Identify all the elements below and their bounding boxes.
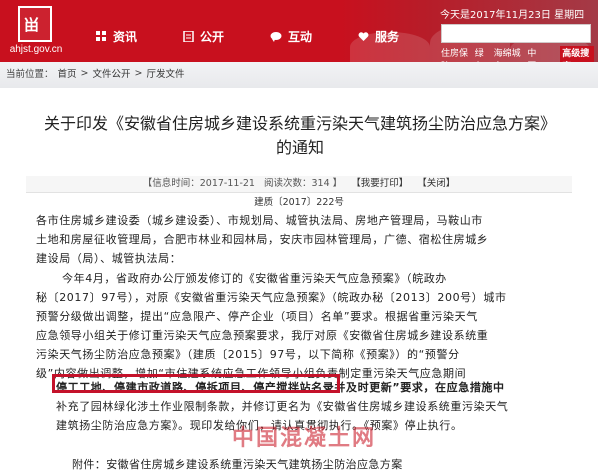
highlight-box bbox=[52, 374, 340, 393]
site-header: 畄 ahjst.gov.cn 资讯 公开 互动 服务 特色 今天是2017年11… bbox=[0, 0, 598, 72]
close-link[interactable]: 【关闭】 bbox=[417, 178, 455, 189]
document-icon bbox=[183, 30, 194, 42]
paragraph-line: 土地和房屋征收管理局，合肥市林业和园林局，安庆市园林管理局，广德、宿松住房城乡 bbox=[36, 233, 489, 246]
paragraph-line: 污染天气扬尘防治应急预案》（建质〔2015〕97号，以下简称《预案》）的“预警分 bbox=[36, 348, 460, 361]
current-date: 今天是2017年11月23日 星期四 bbox=[440, 10, 585, 21]
paragraph-line: 建设局（局）、城管执法局： bbox=[36, 252, 182, 265]
paragraph-line: 预警分级做出调整，提出“应急限产、停产企业（项目）名单”要求。根据省重污染天气 bbox=[36, 310, 478, 323]
search-input[interactable] bbox=[441, 24, 591, 43]
print-link[interactable]: 【我要打印】 bbox=[351, 178, 408, 189]
breadcrumb-home[interactable]: 首页 bbox=[58, 66, 77, 80]
news-grid-icon bbox=[96, 30, 106, 41]
nav-label: 资讯 bbox=[113, 29, 138, 44]
paragraph-line: 应急领导小组关于修订重污染天气应急预案要求，我厅对原《安徽省住房城乡建设系统重 bbox=[36, 329, 489, 342]
nav-item-service[interactable]: 服务 bbox=[358, 26, 399, 46]
site-watermark: 中国混凝土网 bbox=[232, 426, 377, 451]
paragraph-line: 今年4月，省政府办公厅颁发修订的《安徽省重污染天气应急预案》（皖政办 bbox=[62, 272, 447, 285]
paragraph-line: 各市住房城乡建设委（城乡建设委）、市规划局、城管执法局、房地产管理局，马鞍山市 bbox=[36, 214, 483, 227]
breadcrumb-separator: > bbox=[80, 67, 89, 79]
title-line-1: 关于印发《安徽省住房城乡建设系统重污染天气建筑扬尘防治应急方案》 bbox=[43, 114, 556, 133]
document-number: 建质〔2017〕222号 bbox=[254, 197, 344, 208]
info-time: 【信息时间：2017-11-21 bbox=[142, 178, 255, 189]
title-line-2: 的通知 bbox=[275, 138, 324, 157]
site-logo[interactable]: 畄 ahjst.gov.cn bbox=[6, 4, 62, 60]
logo-url: ahjst.gov.cn bbox=[9, 44, 63, 55]
breadcrumb-dept-files[interactable]: 厅发文件 bbox=[146, 66, 184, 80]
paragraph-line: 补充了园林绿化涉土作业限制条款，并修订更名为《安徽省住房城乡建设系统重污染天气 bbox=[56, 400, 509, 413]
chat-bubble-icon bbox=[270, 31, 282, 42]
article-title: 关于印发《安徽省住房城乡建设系统重污染天气建筑扬尘防治应急方案》 的通知 bbox=[20, 112, 580, 160]
attachment-line[interactable]: 附件：安徽省住房城乡建设系统重污染天气建筑扬尘防治应急方案 bbox=[72, 456, 403, 472]
heart-service-icon bbox=[358, 31, 369, 41]
nav-label: 公开 bbox=[200, 29, 225, 44]
nav-item-public[interactable]: 公开 bbox=[183, 26, 224, 46]
nav-item-news[interactable]: 资讯 bbox=[96, 26, 137, 46]
paragraph-line: 秘〔2017〕97号），对原《安徽省重污染天气应急预案》（皖政办秘〔2013〕2… bbox=[36, 291, 507, 304]
nav-item-interact[interactable]: 互动 bbox=[270, 26, 312, 46]
logo-mark: 畄 bbox=[24, 16, 40, 34]
breadcrumb-prefix: 当前位置： bbox=[6, 69, 54, 80]
breadcrumb-separator: > bbox=[134, 67, 143, 79]
breadcrumb-files[interactable]: 文件公开 bbox=[93, 66, 131, 80]
view-count: 阅读次数：314 】 bbox=[264, 178, 343, 189]
breadcrumb: 当前位置： 首页 > 文件公开 > 厅发文件 bbox=[6, 66, 189, 81]
nav-label: 互动 bbox=[288, 29, 313, 44]
article-meta: 【信息时间：2017-11-21 阅读次数：314 】 【我要打印】 【关闭】 bbox=[26, 176, 572, 193]
nav-label: 服务 bbox=[375, 29, 400, 44]
